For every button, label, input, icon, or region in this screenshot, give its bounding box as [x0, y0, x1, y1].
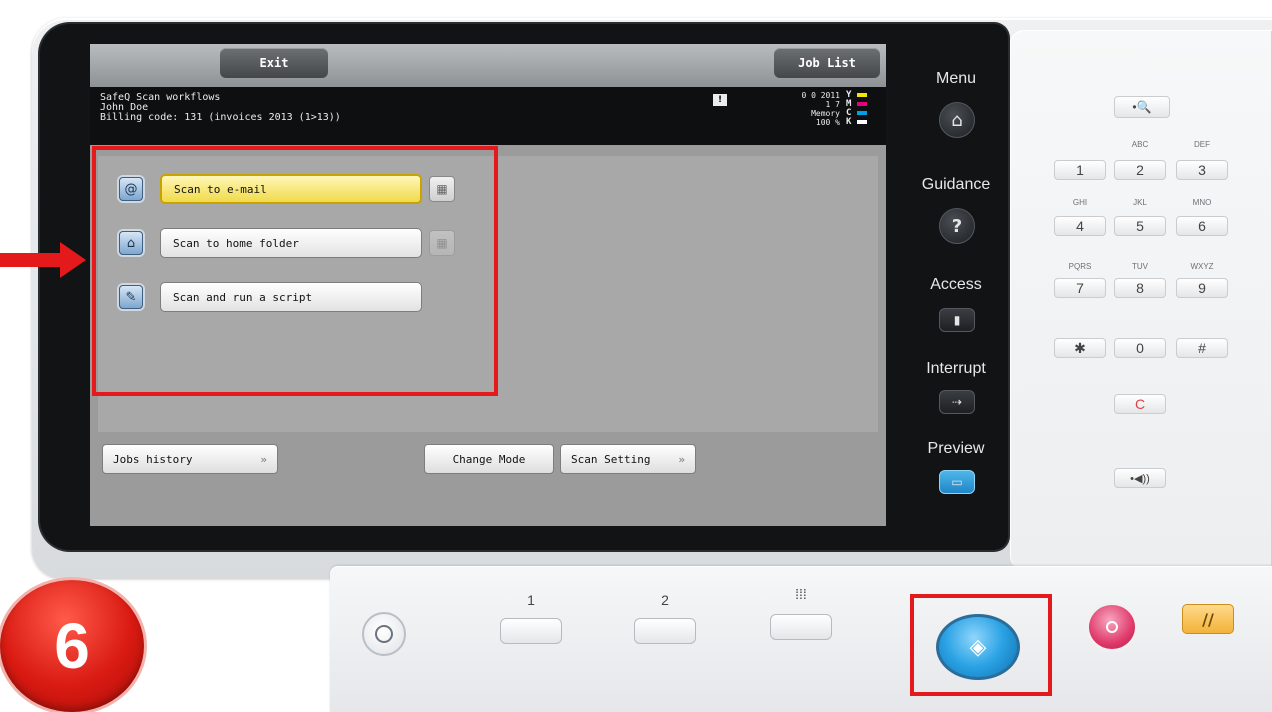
- preview-icon[interactable]: ▭: [939, 470, 975, 494]
- power-ring: [375, 625, 393, 643]
- side-menu: Menu ⌂ Guidance ? Access ▮ Interrupt ⇢ P…: [906, 34, 1006, 534]
- memory-value: 100 %: [815, 118, 840, 127]
- alert-icon[interactable]: !: [713, 94, 727, 106]
- key-5[interactable]: 5: [1114, 216, 1166, 236]
- billing-code: Billing code: 131 (invoices 2013 (1>13)): [100, 112, 341, 123]
- key-7-letters: PQRS: [1068, 262, 1092, 271]
- annotation-arrow-icon: [60, 242, 86, 278]
- toner-bar-c: [857, 111, 867, 115]
- interrupt-label: Interrupt: [926, 360, 986, 377]
- chevron-right-icon: »: [678, 452, 685, 466]
- key-6-letters: MNO: [1192, 198, 1212, 207]
- function-key-1-label: 1: [527, 592, 535, 608]
- key-0[interactable]: 0: [1114, 338, 1166, 358]
- highlight-box-workflows: [92, 146, 498, 396]
- key-3[interactable]: 3: [1176, 160, 1228, 180]
- toner-bar-m: [857, 102, 867, 106]
- access-door-icon[interactable]: ▮: [939, 308, 975, 332]
- function-key-3-label: ⁞⁞⁞: [795, 586, 807, 602]
- question-icon[interactable]: ?: [939, 208, 975, 244]
- annotation-arrow-shaft: [0, 253, 62, 267]
- power-save-icon[interactable]: [362, 612, 406, 656]
- key-8-letters: TUV: [1132, 262, 1148, 271]
- screen-topbar: Exit Job List: [90, 44, 886, 87]
- jobs-history-label: Jobs history: [113, 452, 193, 466]
- scan-setting-label: Scan Setting: [571, 452, 651, 466]
- stop-icon[interactable]: [1086, 602, 1138, 652]
- key-2-letters: ABC: [1131, 140, 1149, 149]
- toner-letter-k: K: [846, 117, 852, 127]
- function-key-1[interactable]: [500, 618, 562, 644]
- clear-key[interactable]: C: [1114, 394, 1166, 414]
- counter-line: 0 0 2011: [801, 91, 840, 100]
- toner-indicator: Y M C K: [846, 91, 876, 131]
- highlight-box-start: [910, 594, 1052, 696]
- change-mode-button[interactable]: Change Mode: [424, 444, 554, 474]
- interrupt-glyph: ⇢: [951, 395, 963, 409]
- toner-bar-y: [857, 93, 867, 97]
- key-4-letters: GHI: [1072, 198, 1088, 207]
- function-key-3[interactable]: [770, 614, 832, 640]
- key-1[interactable]: 1: [1054, 160, 1106, 180]
- interrupt-icon[interactable]: ⇢: [939, 390, 975, 414]
- sound-icon[interactable]: •◀)): [1114, 468, 1166, 488]
- key-7[interactable]: 7: [1054, 278, 1106, 298]
- exit-button[interactable]: Exit: [220, 48, 328, 78]
- home-icon[interactable]: ⌂: [939, 102, 975, 138]
- toner-bar-k: [857, 120, 867, 124]
- menu-label: Menu: [935, 70, 977, 87]
- job-list-button[interactable]: Job List: [774, 48, 880, 78]
- key-star[interactable]: ✱: [1054, 338, 1106, 358]
- screen-info-bar: SafeQ Scan workflows John Doe Billing co…: [90, 87, 886, 145]
- question-glyph: ?: [951, 215, 963, 237]
- key-2[interactable]: 2: [1114, 160, 1166, 180]
- key-5-letters: JKL: [1133, 198, 1147, 207]
- key-4[interactable]: 4: [1054, 216, 1106, 236]
- memory-label: Memory: [811, 109, 840, 118]
- step-number-badge: 6: [0, 580, 144, 712]
- zoom-icon[interactable]: •🔍: [1114, 96, 1170, 118]
- preview-label: Preview: [927, 440, 985, 457]
- scan-setting-button[interactable]: Scan Setting »: [560, 444, 696, 474]
- key-9-letters: WXYZ: [1190, 262, 1214, 271]
- access-label: Access: [930, 276, 982, 293]
- counter-line-2: 1 7: [825, 100, 840, 109]
- reset-icon[interactable]: //: [1182, 604, 1234, 634]
- chevron-right-icon: »: [260, 452, 267, 466]
- key-3-letters: DEF: [1194, 140, 1210, 149]
- access-glyph: ▮: [953, 313, 961, 327]
- key-9[interactable]: 9: [1176, 278, 1228, 298]
- jobs-history-button[interactable]: Jobs history »: [102, 444, 278, 474]
- guidance-label: Guidance: [921, 176, 991, 193]
- stop-ring: [1106, 621, 1118, 633]
- preview-glyph: ▭: [951, 475, 963, 489]
- key-8[interactable]: 8: [1114, 278, 1166, 298]
- home-glyph: ⌂: [951, 109, 963, 131]
- function-key-2-label: 2: [661, 592, 669, 608]
- key-hash[interactable]: #: [1176, 338, 1228, 358]
- key-6[interactable]: 6: [1176, 216, 1228, 236]
- function-key-2[interactable]: [634, 618, 696, 644]
